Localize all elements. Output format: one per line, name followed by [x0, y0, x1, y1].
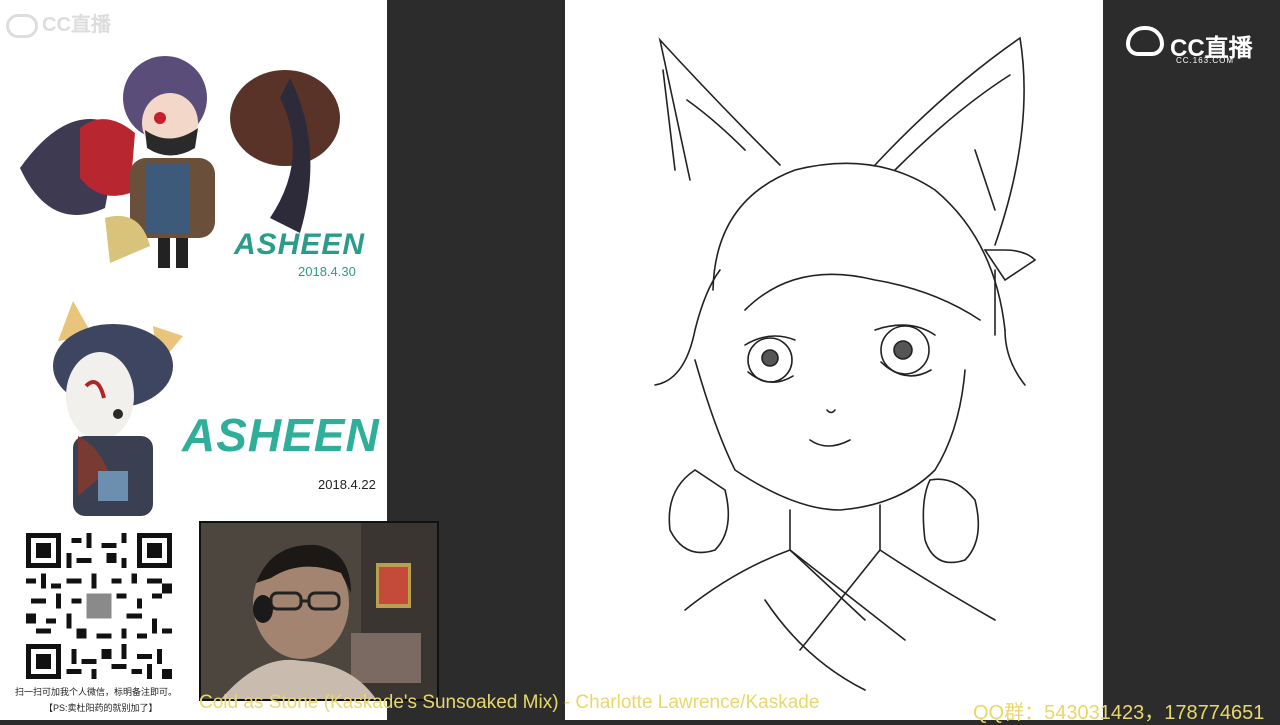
- drawing-canvas: [565, 0, 1103, 720]
- fox-girl-sketch: [654, 36, 1037, 691]
- qr-caption-note: 【PS:卖杜阳药的就别加了】: [44, 703, 158, 713]
- cc-cloud-icon: [1126, 26, 1164, 56]
- streamer-webcam: [199, 521, 439, 701]
- webcam-feed: [201, 523, 437, 699]
- poster-1-date: 2018.4.30: [298, 264, 356, 279]
- now-playing-song: Cold as Stone (Kaskade's Sunsoaked Mix) …: [199, 692, 820, 713]
- poster-2-title: ASHEEN: [182, 409, 380, 461]
- dark-side-area: [1103, 0, 1280, 720]
- poster-1-title: ASHEEN: [234, 228, 366, 261]
- poster-2-date: 2018.4.22: [318, 477, 376, 492]
- qr-caption-wechat: 扫一扫可加我个人微信，标明备注即可。: [15, 687, 178, 697]
- chibi-illustration-2: [53, 301, 183, 516]
- qq-group-info: QQ群：543031423，178774651: [973, 702, 1265, 724]
- wechat-qr-code: [26, 533, 172, 679]
